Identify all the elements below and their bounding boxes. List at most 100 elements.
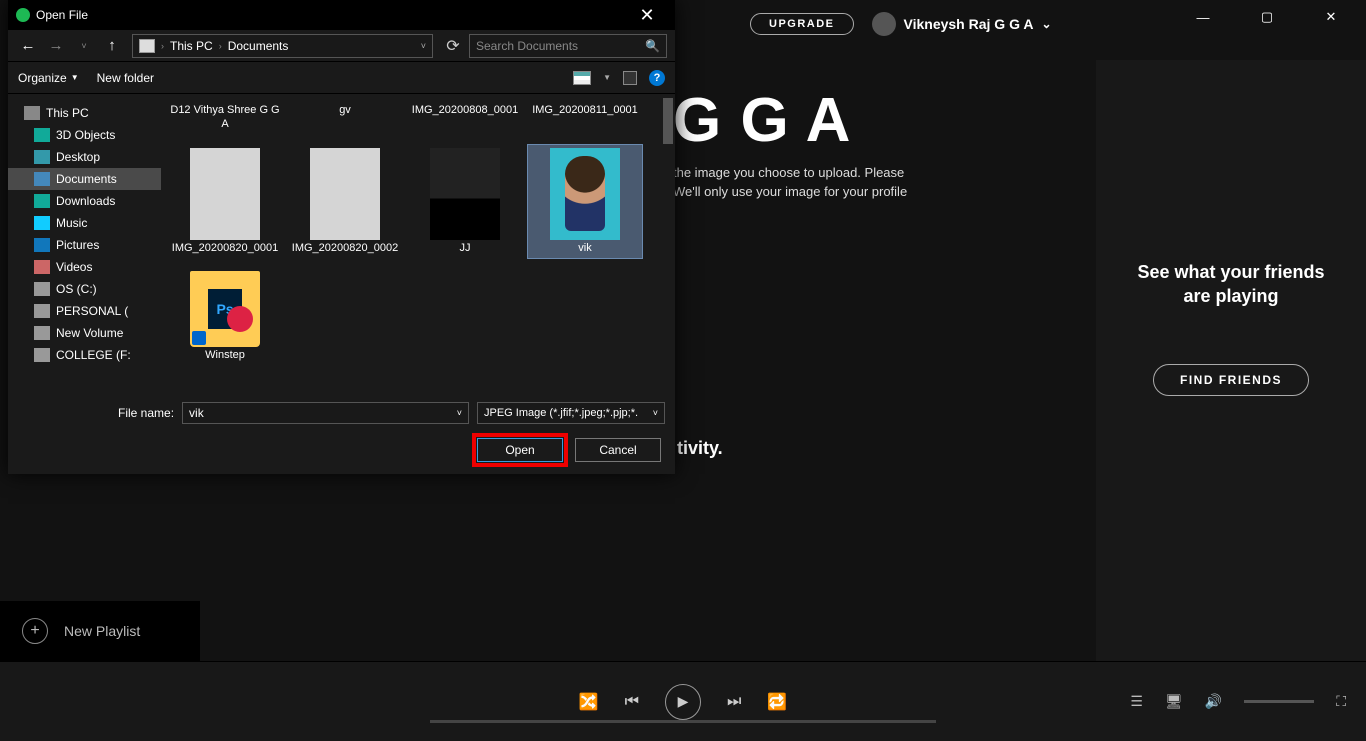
tree-item[interactable]: This PC xyxy=(8,102,161,124)
chevron-down-icon[interactable]: ˅ xyxy=(457,408,462,418)
maximize-button[interactable]: ▢ xyxy=(1244,0,1290,34)
find-friends-button[interactable]: FIND FRIENDS xyxy=(1153,364,1309,396)
chevron-down-icon: ⌄ xyxy=(1041,17,1051,31)
tree-item[interactable]: Pictures xyxy=(8,234,161,256)
progress-bar[interactable] xyxy=(430,720,936,723)
back-button[interactable]: ← xyxy=(16,37,40,54)
tree-item[interactable]: Desktop xyxy=(8,146,161,168)
new-playlist-label: New Playlist xyxy=(64,623,140,639)
volume-slider[interactable] xyxy=(1244,700,1314,703)
tree-item[interactable]: COLLEGE (F: xyxy=(8,344,161,366)
file-item[interactable]: IMG_20200811_0001 xyxy=(527,100,643,136)
search-input[interactable]: Search Documents 🔍 xyxy=(469,34,667,58)
view-mode-button[interactable] xyxy=(573,71,591,85)
close-button[interactable]: ✕ xyxy=(1308,0,1354,34)
up-button[interactable]: ↑ xyxy=(100,37,124,54)
file-item[interactable]: D12 Vithya Shree G G A xyxy=(167,100,283,136)
file-item[interactable]: IMG_20200820_0001 xyxy=(167,144,283,260)
folder-icon xyxy=(34,216,50,230)
dialog-nav: ← → ˅ ↑ › This PC › Documents ˅ ⟳ Search… xyxy=(8,30,675,62)
queue-icon[interactable]: ☰ xyxy=(1130,693,1143,710)
dialog-close-button[interactable]: ✕ xyxy=(627,5,667,26)
file-name: IMG_20200820_0002 xyxy=(292,242,398,256)
nav-tree: This PC 3D Objects Desktop Documents Downloa… xyxy=(8,94,161,394)
tree-item-label: Desktop xyxy=(56,150,100,164)
thumbnail xyxy=(430,148,500,240)
folder-icon xyxy=(34,348,50,362)
tree-item-label: OS (C:) xyxy=(56,282,97,296)
upgrade-button[interactable]: UPGRADE xyxy=(750,13,854,35)
user-menu[interactable]: Vikneysh Raj G G A ⌄ xyxy=(872,12,1052,36)
folder-icon xyxy=(34,238,50,252)
sidebar-new-playlist[interactable]: + New Playlist xyxy=(0,601,200,661)
tree-item-label: Documents xyxy=(56,172,117,186)
search-placeholder: Search Documents xyxy=(476,39,578,53)
file-item[interactable]: gv xyxy=(287,100,403,136)
tree-item[interactable]: Downloads xyxy=(8,190,161,212)
shuffle-icon[interactable]: 🔀 xyxy=(579,692,599,712)
new-folder-button[interactable]: New folder xyxy=(97,71,154,85)
tree-item[interactable]: Videos xyxy=(8,256,161,278)
tree-item[interactable]: Music xyxy=(8,212,161,234)
tree-item[interactable]: OS (C:) xyxy=(8,278,161,300)
repeat-icon[interactable]: 🔁 xyxy=(767,692,787,712)
window-controls: — ▢ ✕ xyxy=(1180,0,1366,34)
help-icon[interactable]: ? xyxy=(649,70,665,86)
scrollbar[interactable] xyxy=(663,98,673,390)
username-label: Vikneysh Raj G G A xyxy=(904,16,1034,32)
address-bar[interactable]: › This PC › Documents ˅ xyxy=(132,34,433,58)
player-right-controls: ☰ 🖥 🔊 ⛶ xyxy=(1130,693,1346,710)
minimize-button[interactable]: — xyxy=(1180,0,1226,34)
folder-icon xyxy=(34,128,50,142)
folder-icon xyxy=(34,172,50,186)
profile-title: G G A xyxy=(673,85,907,156)
tree-item[interactable]: PERSONAL ( xyxy=(8,300,161,322)
avatar xyxy=(872,12,896,36)
chevron-down-icon[interactable]: ▼ xyxy=(603,73,611,82)
filename-label: File name: xyxy=(118,406,174,420)
file-item[interactable]: PsWinstep xyxy=(167,267,283,367)
tree-item[interactable]: 3D Objects xyxy=(8,124,161,146)
path-folder[interactable]: Documents xyxy=(228,39,289,53)
preview-pane-button[interactable] xyxy=(623,71,637,85)
devices-icon[interactable]: 🖥 xyxy=(1165,693,1183,710)
tree-item[interactable]: New Volume xyxy=(8,322,161,344)
filetype-filter[interactable]: JPEG Image (*.jfif;*.jpeg;*.pjp;*. ˅ xyxy=(477,402,665,424)
file-name: JJ xyxy=(460,242,471,256)
file-item[interactable]: JJ xyxy=(407,144,523,260)
chevron-down-icon[interactable]: ˅ xyxy=(421,41,426,51)
folder-icon xyxy=(34,194,50,208)
file-name: IMG_20200808_0001 xyxy=(412,104,518,118)
player-controls: 🔀 ⏮ ▶ ⏭ 🔁 xyxy=(579,684,788,720)
tree-item-label: 3D Objects xyxy=(56,128,115,142)
file-item[interactable]: vik xyxy=(527,144,643,260)
dialog-titlebar: Open File ✕ xyxy=(8,0,675,30)
next-icon[interactable]: ⏭ xyxy=(727,693,741,711)
path-root[interactable]: This PC xyxy=(170,39,213,53)
filename-value: vik xyxy=(189,406,204,420)
spotify-header: UPGRADE Vikneysh Raj G G A ⌄ xyxy=(750,8,1136,40)
previous-icon[interactable]: ⏮ xyxy=(625,693,639,711)
file-name: gv xyxy=(339,104,351,118)
filter-value: JPEG Image (*.jfif;*.jpeg;*.pjp;*. xyxy=(484,407,638,419)
path-separator-icon: › xyxy=(219,41,222,51)
file-item[interactable]: IMG_20200820_0002 xyxy=(287,144,403,260)
chevron-down-icon: ˅ xyxy=(653,408,658,418)
organize-menu[interactable]: Organize ▼ xyxy=(18,71,79,85)
thumbnail xyxy=(190,148,260,240)
refresh-button[interactable]: ⟳ xyxy=(441,36,465,56)
fullscreen-icon[interactable]: ⛶ xyxy=(1336,693,1346,710)
tree-item[interactable]: Documents xyxy=(8,168,161,190)
file-list[interactable]: D12 Vithya Shree G G A gv IMG_20200808_000… xyxy=(161,94,675,394)
play-button[interactable]: ▶ xyxy=(665,684,701,720)
file-item[interactable]: IMG_20200808_0001 xyxy=(407,100,523,136)
recent-dropdown[interactable]: ˅ xyxy=(72,41,96,51)
forward-button[interactable]: → xyxy=(44,37,68,54)
cancel-button[interactable]: Cancel xyxy=(575,438,661,462)
tree-item-label: COLLEGE (F: xyxy=(56,348,131,362)
file-name: D12 Vithya Shree G G A xyxy=(170,104,280,132)
open-button[interactable]: Open xyxy=(477,438,563,462)
volume-icon[interactable]: 🔊 xyxy=(1205,693,1222,710)
open-file-dialog: Open File ✕ ← → ˅ ↑ › This PC › Document… xyxy=(8,0,675,474)
filename-input[interactable]: vik ˅ xyxy=(182,402,469,424)
